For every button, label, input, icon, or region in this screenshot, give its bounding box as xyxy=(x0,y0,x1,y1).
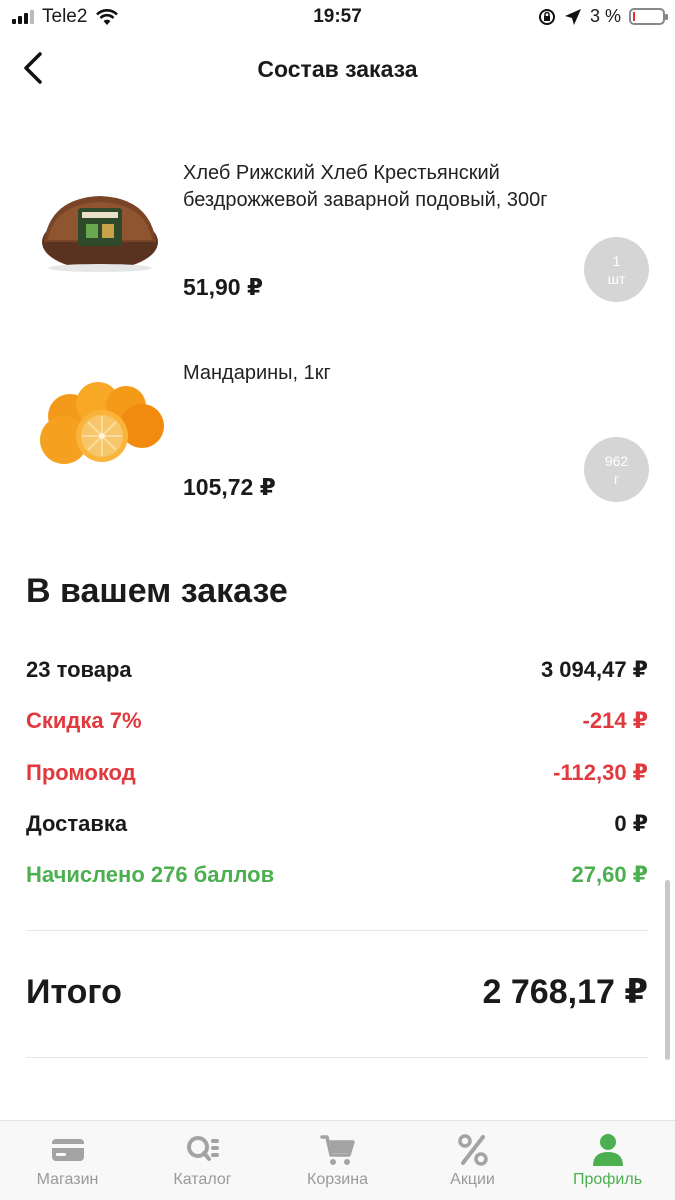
summary-row-discount: Скидка 7% -214 ₽ xyxy=(26,706,648,736)
tab-cart[interactable]: Корзина xyxy=(270,1121,405,1200)
tab-bar: Магазин Каталог Корзина Акции Профиль xyxy=(0,1120,675,1200)
card-icon xyxy=(51,1139,84,1161)
tab-catalog[interactable]: Каталог xyxy=(135,1121,270,1200)
summary-value: -112,30 ₽ xyxy=(553,760,648,785)
divider xyxy=(26,1057,648,1058)
tab-label: Корзина xyxy=(307,1171,368,1188)
summary-label: 23 товара xyxy=(26,657,132,682)
scrollbar[interactable] xyxy=(665,880,670,1060)
quantity-unit: г xyxy=(613,470,620,487)
order-item[interactable]: Хлеб Рижский Хлеб Крестьянский бездрожже… xyxy=(0,140,675,330)
location-arrow-icon xyxy=(564,8,581,25)
quantity-value: 1 xyxy=(612,252,621,269)
tab-shop[interactable]: Магазин xyxy=(0,1121,135,1200)
cart-icon xyxy=(319,1135,355,1165)
summary-label: Начислено 276 баллов xyxy=(26,862,275,887)
quantity-value: 962 xyxy=(604,452,629,469)
tab-profile[interactable]: Профиль xyxy=(540,1121,675,1200)
catalog-search-icon xyxy=(186,1136,219,1161)
nav-header: Состав заказа xyxy=(0,36,675,102)
battery-percent: 3 % xyxy=(589,6,621,26)
summary-value: 0 ₽ xyxy=(614,811,648,836)
total-value: 2 768,17 ₽ xyxy=(482,973,648,1011)
quantity-unit: шт xyxy=(607,270,626,287)
product-price: 51,90 ₽ xyxy=(183,274,263,300)
tab-label: Акции xyxy=(450,1171,495,1188)
quantity-badge: 1 шт xyxy=(584,237,649,302)
divider xyxy=(26,930,648,931)
rotation-lock-icon xyxy=(538,8,555,25)
status-right: 3 % xyxy=(538,6,668,27)
tab-label: Профиль xyxy=(572,1171,643,1188)
summary-row-promocode: Промокод -112,30 ₽ xyxy=(26,758,648,788)
mandarins-image xyxy=(40,382,164,464)
battery-icon xyxy=(629,8,668,25)
summary-value: -214 ₽ xyxy=(582,708,648,733)
summary-label: Промокод xyxy=(26,760,136,785)
status-bar: Tele2 19:57 3 % xyxy=(0,0,675,36)
product-name: Мандарины, 1кг xyxy=(183,362,331,384)
summary-row-delivery: Доставка 0 ₽ xyxy=(26,809,648,839)
product-price: 105,72 ₽ xyxy=(183,474,276,500)
summary-row-items: 23 товара 3 094,47 ₽ xyxy=(26,655,648,685)
page-title: Состав заказа xyxy=(257,56,418,82)
tab-promotions[interactable]: Акции xyxy=(405,1121,540,1200)
summary-title: В вашем заказе xyxy=(26,572,288,610)
summary-value: 27,60 ₽ xyxy=(571,862,648,887)
order-item[interactable]: Мандарины, 1кг 105,72 ₽ 962 г xyxy=(0,340,675,530)
bread-image xyxy=(42,196,158,272)
profile-icon xyxy=(592,1134,623,1166)
tab-label: Каталог xyxy=(173,1171,232,1188)
total-label: Итого xyxy=(26,972,122,1011)
quantity-badge: 962 г xyxy=(584,437,649,502)
summary-label: Доставка xyxy=(26,811,128,836)
summary-row-bonus: Начислено 276 баллов 27,60 ₽ xyxy=(26,860,648,890)
product-name: Хлеб Рижский Хлеб Крестьянский бездрожже… xyxy=(183,162,548,211)
percent-icon xyxy=(457,1134,488,1166)
summary-value: 3 094,47 ₽ xyxy=(540,657,648,682)
summary-label: Скидка 7% xyxy=(26,708,142,733)
total-row: Итого 2 768,17 ₽ xyxy=(26,972,648,1012)
tab-label: Магазин xyxy=(36,1171,99,1188)
